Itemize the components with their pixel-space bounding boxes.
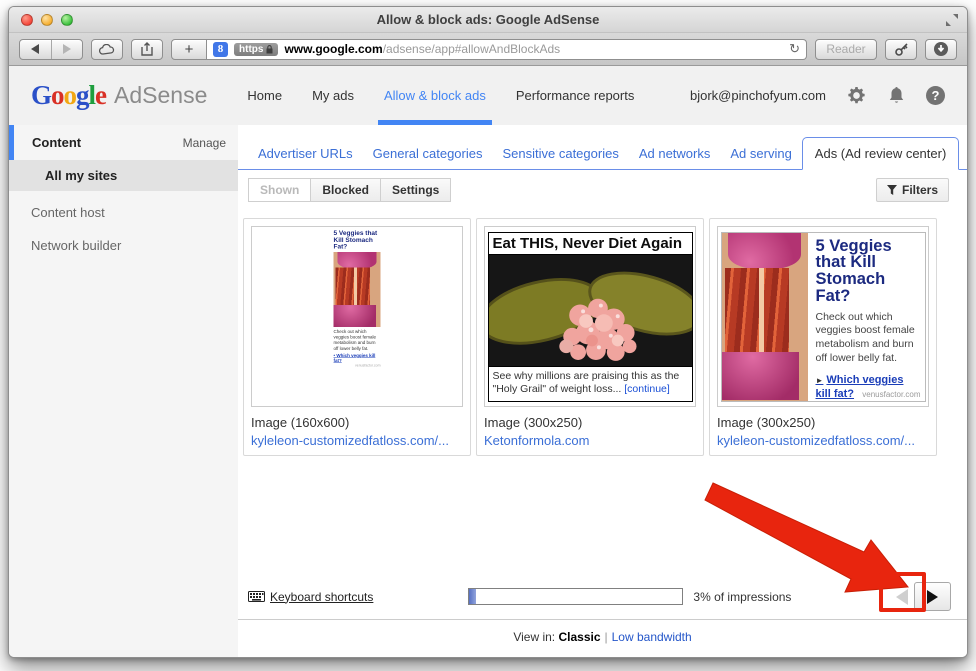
previous-page-button[interactable] bbox=[896, 589, 908, 605]
ad-card[interactable]: 5 Veggies that Kill Stomach Fat? Check o… bbox=[709, 218, 937, 456]
ad-preview: 5 Veggies that Kill Stomach Fat? Check o… bbox=[251, 226, 463, 407]
ad-card[interactable]: Eat THIS, Never Diet Again bbox=[476, 218, 704, 456]
fruit-photo bbox=[489, 255, 692, 367]
download-icon bbox=[933, 41, 949, 57]
ad-attribution: venusfactor.com bbox=[862, 390, 920, 399]
nav-performance-reports[interactable]: Performance reports bbox=[516, 88, 635, 103]
password-key-button[interactable] bbox=[885, 39, 917, 60]
adsense-header: Google AdSense Home My ads Allow & block… bbox=[9, 66, 967, 125]
lock-icon bbox=[266, 45, 273, 54]
ad-headline: 5 Veggies that Kill Stomach Fat? bbox=[334, 229, 381, 249]
ad-cta-link: • Which veggies kill fat? bbox=[334, 352, 381, 362]
account-email: bjork@pinchofyum.com bbox=[690, 88, 826, 103]
sidebar: Content Manage All my sites Content host… bbox=[9, 125, 238, 657]
ad-size-label: Image (300x250) bbox=[717, 415, 929, 430]
key-icon bbox=[894, 42, 909, 57]
downloads-button[interactable] bbox=[925, 39, 957, 60]
view-classic-label: Classic bbox=[558, 630, 600, 644]
ad-preview: Eat THIS, Never Diet Again bbox=[484, 226, 696, 407]
product-name: AdSense bbox=[114, 82, 207, 109]
tab-strip: Advertiser URLs General categories Sensi… bbox=[238, 125, 967, 170]
url-field[interactable]: 8 https www.google.com/adsense/app#allow… bbox=[207, 39, 807, 60]
ad-body: Check out which veggies boost female met… bbox=[334, 328, 381, 351]
new-tab-button[interactable]: + bbox=[171, 39, 207, 60]
window-title: Allow & block ads: Google AdSense bbox=[9, 12, 967, 27]
ad-attribution: venusfactor.com bbox=[334, 363, 381, 367]
next-arrow-icon bbox=[927, 590, 938, 604]
next-page-button[interactable] bbox=[914, 582, 951, 611]
notifications-bell-icon[interactable] bbox=[886, 86, 906, 106]
ad-headline: 5 Veggies that Kill Stomach Fat? bbox=[816, 238, 919, 305]
ad-size-label: Image (300x250) bbox=[484, 415, 696, 430]
browser-window: Allow & block ads: Google AdSense + 8 ht… bbox=[8, 6, 968, 658]
ad-cta-link: [continue] bbox=[624, 383, 670, 395]
google-favicon: 8 bbox=[213, 42, 228, 57]
ad-creative-rectangle: 5 Veggies that Kill Stomach Fat? Check o… bbox=[721, 232, 926, 402]
filter-funnel-icon bbox=[887, 185, 897, 195]
ad-body: Check out which veggies boost female met… bbox=[816, 311, 919, 366]
torso-image bbox=[722, 233, 808, 401]
nav-home[interactable]: Home bbox=[247, 88, 282, 103]
url-text: www.google.com/adsense/app#allowAndBlock… bbox=[284, 42, 560, 56]
google-logo: Google bbox=[31, 80, 106, 111]
reader-button[interactable]: Reader bbox=[815, 39, 877, 60]
back-button[interactable] bbox=[20, 40, 52, 59]
share-icon bbox=[140, 42, 154, 56]
ad-creative-rectangle: Eat THIS, Never Diet Again bbox=[488, 232, 693, 402]
tab-general-categories[interactable]: General categories bbox=[363, 138, 493, 169]
forward-button[interactable] bbox=[52, 40, 83, 59]
ad-card[interactable]: 5 Veggies that Kill Stomach Fat? Check o… bbox=[243, 218, 471, 456]
tab-sensitive-categories[interactable]: Sensitive categories bbox=[492, 138, 628, 169]
reload-icon[interactable]: ↻ bbox=[789, 41, 800, 57]
torso-image bbox=[334, 251, 381, 326]
subtab-shown[interactable]: Shown bbox=[248, 178, 311, 202]
share-button[interactable] bbox=[131, 39, 163, 60]
ad-size-label: Image (160x600) bbox=[251, 415, 463, 430]
https-badge: https bbox=[234, 43, 278, 56]
icloud-tabs-button[interactable] bbox=[91, 39, 123, 60]
sidebar-item-network-builder[interactable]: Network builder bbox=[9, 224, 238, 257]
view-in-footer: View in: Classic|Low bandwidth bbox=[238, 619, 967, 657]
tab-advertiser-urls[interactable]: Advertiser URLs bbox=[248, 138, 363, 169]
tab-ads-ad-review-center[interactable]: Ads (Ad review center) bbox=[802, 137, 960, 170]
review-bottom-bar: Keyboard shortcuts 3% of impressions bbox=[238, 576, 967, 619]
filters-button[interactable]: Filters bbox=[876, 178, 949, 202]
subtab-settings[interactable]: Settings bbox=[380, 178, 451, 202]
ad-destination-link[interactable]: kyleleon-customizedfatloss.com/... bbox=[717, 433, 929, 448]
progress-fill bbox=[469, 589, 475, 604]
tab-ad-networks[interactable]: Ad networks bbox=[629, 138, 721, 169]
tab-ad-serving[interactable]: Ad serving bbox=[720, 138, 801, 169]
ad-destination-link[interactable]: Ketonformola.com bbox=[484, 433, 696, 448]
subtab-row: Shown Blocked Settings Filters bbox=[238, 170, 967, 202]
ad-preview: 5 Veggies that Kill Stomach Fat? Check o… bbox=[717, 226, 929, 407]
ad-headline: Eat THIS, Never Diet Again bbox=[489, 233, 692, 255]
titlebar: Allow & block ads: Google AdSense bbox=[9, 7, 967, 33]
fullscreen-icon[interactable] bbox=[945, 13, 959, 27]
browser-toolbar: + 8 https www.google.com/adsense/app#all… bbox=[9, 33, 967, 66]
sidebar-section-content: Content bbox=[32, 135, 81, 150]
help-icon[interactable]: ? bbox=[926, 86, 945, 105]
manage-link[interactable]: Manage bbox=[183, 136, 226, 150]
ad-card-list: 5 Veggies that Kill Stomach Fat? Check o… bbox=[238, 202, 967, 456]
keyboard-shortcuts-link[interactable]: Keyboard shortcuts bbox=[248, 590, 373, 604]
keyboard-icon bbox=[248, 591, 265, 602]
nav-allow-block-ads[interactable]: Allow & block ads bbox=[384, 88, 486, 103]
nav-my-ads[interactable]: My ads bbox=[312, 88, 354, 103]
ad-body: See why millions are praising this as th… bbox=[489, 366, 692, 400]
ad-creative-skyscraper: 5 Veggies that Kill Stomach Fat? Check o… bbox=[332, 228, 382, 406]
settings-gear-icon[interactable] bbox=[846, 86, 866, 106]
low-bandwidth-link[interactable]: Low bandwidth bbox=[612, 630, 692, 644]
ad-destination-link[interactable]: kyleleon-customizedfatloss.com/... bbox=[251, 433, 463, 448]
cloud-icon bbox=[99, 44, 115, 55]
sidebar-item-all-my-sites[interactable]: All my sites bbox=[9, 160, 238, 191]
primary-nav: Home My ads Allow & block ads Performanc… bbox=[247, 88, 634, 103]
impressions-progress-bar bbox=[468, 588, 683, 605]
main-content: Advertiser URLs General categories Sensi… bbox=[238, 125, 967, 657]
impressions-label: 3% of impressions bbox=[693, 590, 791, 604]
subtab-blocked[interactable]: Blocked bbox=[310, 178, 381, 202]
sidebar-item-content-host[interactable]: Content host bbox=[9, 191, 238, 224]
